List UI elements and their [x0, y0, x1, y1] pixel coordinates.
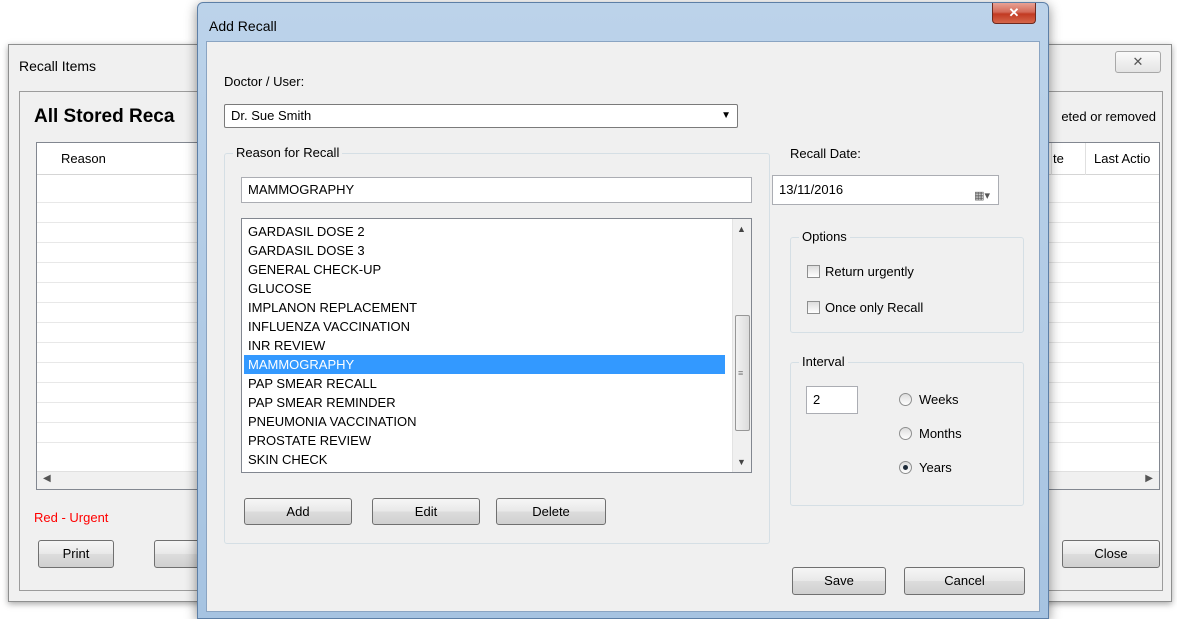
recall-date-label: Recall Date:: [790, 146, 861, 161]
list-item[interactable]: IMPLANON REPLACEMENT: [244, 298, 725, 317]
return-urgently-checkbox[interactable]: [807, 265, 820, 278]
column-header-te[interactable]: te: [1053, 151, 1064, 166]
once-only-recall-label[interactable]: Once only Recall: [825, 300, 923, 315]
months-label[interactable]: Months: [919, 426, 962, 441]
reason-listbox[interactable]: GARDASIL DOSE 2 GARDASIL DOSE 3 GENERAL …: [241, 218, 752, 473]
reason-group-title: Reason for Recall: [233, 145, 343, 160]
years-radio[interactable]: [899, 461, 912, 474]
dialog-title: Add Recall: [209, 18, 277, 34]
recall-items-title: Recall Items: [19, 58, 97, 74]
scroll-left-icon[interactable]: ◀: [43, 473, 51, 484]
column-header-reason[interactable]: Reason: [61, 151, 106, 166]
options-group: Options: [790, 229, 1024, 333]
add-recall-dialog: Add Recall ✕ Doctor / User: Dr. Sue Smit…: [197, 2, 1049, 619]
add-button[interactable]: Add: [244, 498, 352, 525]
list-item[interactable]: PAP SMEAR REMINDER: [244, 393, 725, 412]
edit-button[interactable]: Edit: [372, 498, 480, 525]
list-item[interactable]: SKIN CHECK: [244, 450, 725, 469]
calendar-dropdown-icon[interactable]: ▦▾: [974, 182, 990, 210]
list-item[interactable]: GENERAL CHECK-UP: [244, 260, 725, 279]
interval-input[interactable]: 2: [806, 386, 858, 414]
recall-date-picker[interactable]: 13/11/2016 ▦▾: [772, 175, 999, 205]
once-only-recall-checkbox[interactable]: [807, 301, 820, 314]
list-item[interactable]: PNEUMONIA VACCINATION: [244, 412, 725, 431]
grip-icon: ≡: [738, 368, 744, 378]
recall-items-close-button[interactable]: ✕: [1115, 51, 1161, 73]
doctor-label: Doctor / User:: [224, 74, 305, 89]
close-button[interactable]: Close: [1062, 540, 1160, 568]
dialog-close-button[interactable]: ✕: [992, 3, 1036, 24]
list-item[interactable]: GLUCOSE: [244, 279, 725, 298]
print-button[interactable]: Print: [38, 540, 114, 568]
scroll-right-icon[interactable]: ▶: [1145, 473, 1153, 484]
save-button[interactable]: Save: [792, 567, 886, 595]
list-item[interactable]: GARDASIL DOSE 3: [244, 241, 725, 260]
reason-input[interactable]: MAMMOGRAPHY: [241, 177, 752, 203]
doctor-select-value: Dr. Sue Smith: [231, 108, 312, 123]
years-label[interactable]: Years: [919, 460, 952, 475]
column-divider: [1051, 143, 1052, 175]
recall-date-value: 13/11/2016: [779, 182, 844, 197]
scrollbar-thumb[interactable]: ≡: [735, 315, 750, 431]
chevron-down-icon: ▼: [721, 110, 731, 121]
cancel-button[interactable]: Cancel: [904, 567, 1025, 595]
list-item[interactable]: PROSTATE REVIEW: [244, 431, 725, 450]
options-group-title: Options: [799, 229, 850, 244]
scroll-up-icon[interactable]: ▲: [737, 224, 746, 234]
weeks-label[interactable]: Weeks: [919, 392, 959, 407]
interval-group-title: Interval: [799, 354, 848, 369]
dialog-client-area: Doctor / User: Dr. Sue Smith ▼ Reason fo…: [206, 41, 1040, 612]
weeks-radio[interactable]: [899, 393, 912, 406]
list-item[interactable]: INFLUENZA VACCINATION: [244, 317, 725, 336]
stored-recalls-note: eted or removed: [1061, 109, 1156, 124]
doctor-select[interactable]: Dr. Sue Smith ▼: [224, 104, 738, 128]
stored-recalls-heading: All Stored Reca: [34, 106, 175, 127]
list-item[interactable]: GARDASIL DOSE 2: [244, 222, 725, 241]
column-header-last-action[interactable]: Last Actio: [1094, 151, 1150, 166]
scroll-down-icon[interactable]: ▼: [737, 457, 746, 467]
column-divider: [1085, 143, 1086, 175]
urgent-legend: Red - Urgent: [34, 510, 109, 525]
delete-button[interactable]: Delete: [496, 498, 606, 525]
months-radio[interactable]: [899, 427, 912, 440]
list-item-selected[interactable]: MAMMOGRAPHY: [244, 355, 725, 374]
list-item[interactable]: PAP SMEAR RECALL: [244, 374, 725, 393]
list-item[interactable]: INR REVIEW: [244, 336, 725, 355]
reason-list-scrollbar[interactable]: ▲ ≡ ▼: [732, 219, 751, 472]
return-urgently-label[interactable]: Return urgently: [825, 264, 914, 279]
